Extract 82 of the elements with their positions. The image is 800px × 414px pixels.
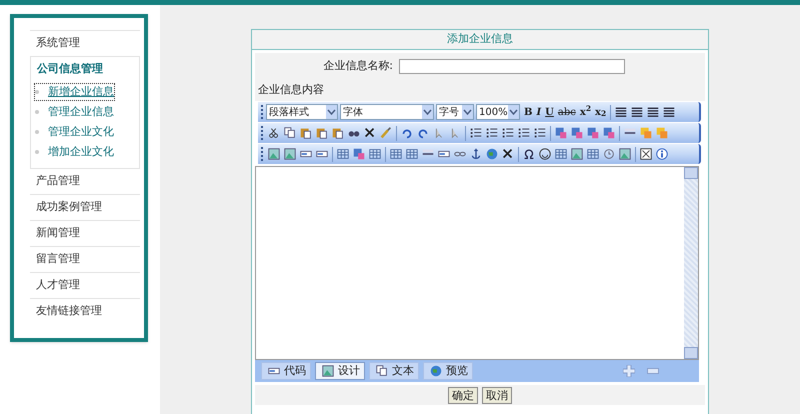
- mode-tab[interactable]: 文本: [369, 362, 419, 380]
- submenu-link[interactable]: 增加企业文化: [48, 144, 114, 160]
- content-label: 企业信息内容: [258, 82, 324, 98]
- format-button[interactable]: B: [522, 104, 534, 120]
- submenu-link[interactable]: 新增企业信息: [35, 84, 114, 100]
- list-icon[interactable]: [485, 126, 499, 140]
- paste-icon[interactable]: [299, 126, 313, 140]
- align-icon[interactable]: [662, 105, 676, 119]
- table-icon[interactable]: [336, 147, 350, 161]
- sidebar-item[interactable]: 产品管理: [30, 169, 140, 194]
- toolbar-dropdown[interactable]: 字体: [340, 104, 434, 120]
- color-icon[interactable]: [586, 126, 600, 140]
- toolbar-dropdown[interactable]: 100%: [476, 104, 520, 120]
- chevron-icon: [508, 105, 519, 119]
- delete-icon[interactable]: [501, 147, 515, 161]
- format-button[interactable]: abc: [556, 104, 578, 120]
- form-button[interactable]: 确定: [448, 386, 478, 404]
- color-icon[interactable]: [570, 126, 584, 140]
- scrollbar[interactable]: [684, 167, 698, 359]
- sidebar-item[interactable]: 人才管理: [30, 273, 140, 298]
- image-icon[interactable]: [321, 364, 335, 378]
- submenu-link[interactable]: 管理企业文化: [48, 124, 114, 140]
- mode-tab[interactable]: 预览: [423, 362, 473, 380]
- paste-icon[interactable]: [331, 126, 345, 140]
- copy-icon[interactable]: [283, 126, 297, 140]
- form-button[interactable]: 取消: [482, 386, 512, 404]
- field-label: 企业信息名称:: [322, 58, 394, 74]
- anchor-icon[interactable]: [469, 147, 483, 161]
- scissors-icon[interactable]: [267, 126, 281, 140]
- chevron-icon: [326, 105, 337, 119]
- image-icon[interactable]: [283, 147, 297, 161]
- chevron-icon: [462, 105, 473, 119]
- format-button[interactable]: x$^{2}$: [578, 104, 594, 120]
- list-icon[interactable]: [469, 126, 483, 140]
- toolbar-dropdown[interactable]: 段落样式: [266, 104, 338, 120]
- image-icon[interactable]: [570, 147, 584, 161]
- list-icon[interactable]: [517, 126, 531, 140]
- color-icon[interactable]: [554, 126, 568, 140]
- table-icon[interactable]: [586, 147, 600, 161]
- fullscreen-icon[interactable]: [639, 147, 653, 161]
- chevron-icon: [422, 105, 433, 119]
- sidebar-item[interactable]: 系统管理: [30, 31, 140, 56]
- format-button[interactable]: U: [543, 104, 556, 120]
- form-title: 添加企业信息: [252, 30, 708, 50]
- smiley-icon[interactable]: [538, 147, 552, 161]
- align-icon[interactable]: [614, 105, 628, 119]
- globe-icon[interactable]: [429, 364, 443, 378]
- list-icon[interactable]: [501, 126, 515, 140]
- align-icon[interactable]: [630, 105, 644, 119]
- sidebar-item[interactable]: 留言管理: [30, 247, 140, 272]
- format-button[interactable]: I: [534, 104, 544, 120]
- mode-tab[interactable]: 设计: [315, 362, 365, 380]
- paste-icon[interactable]: [315, 126, 329, 140]
- table-icon[interactable]: [368, 147, 382, 161]
- info-icon[interactable]: [655, 147, 669, 161]
- image-icon[interactable]: [618, 147, 632, 161]
- list-icon[interactable]: [533, 126, 547, 140]
- bullet-icon: [35, 150, 39, 154]
- table-icon[interactable]: [389, 147, 403, 161]
- table-icon[interactable]: [405, 147, 419, 161]
- toolbar-dropdown[interactable]: 字号: [436, 104, 474, 120]
- delete-icon[interactable]: [363, 126, 377, 140]
- sidebar-item[interactable]: 公司信息管理: [31, 57, 139, 82]
- sidebar-item[interactable]: 友情链接管理: [30, 299, 140, 324]
- bullet-icon: [35, 130, 39, 134]
- brush-icon[interactable]: [379, 126, 393, 140]
- align-icon[interactable]: [646, 105, 660, 119]
- bullet-icon: [35, 90, 39, 94]
- omega-icon[interactable]: [522, 147, 536, 161]
- name-input[interactable]: [399, 58, 625, 74]
- table-icon[interactable]: [554, 147, 568, 161]
- sidebar-item[interactable]: 成功案例管理: [30, 195, 140, 220]
- image-icon[interactable]: [267, 147, 281, 161]
- copy-icon[interactable]: [375, 364, 389, 378]
- mode-tab[interactable]: 代码: [261, 362, 311, 380]
- bullet-icon: [35, 110, 39, 114]
- clock-icon[interactable]: [602, 147, 616, 161]
- format-button[interactable]: x$_{2}$: [593, 104, 608, 120]
- sidebar-item[interactable]: 新闻管理: [30, 221, 140, 246]
- color-icon[interactable]: [602, 126, 616, 140]
- submenu-link[interactable]: 管理企业信息: [48, 104, 114, 120]
- color-icon[interactable]: [352, 147, 366, 161]
